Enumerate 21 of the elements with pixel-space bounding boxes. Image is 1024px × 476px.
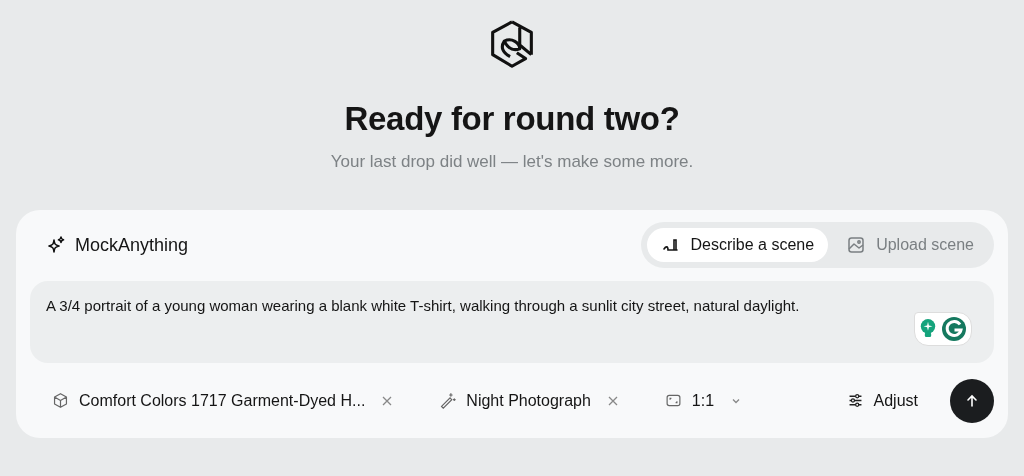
brand-name: MockAnything <box>75 234 189 256</box>
g-logo-icon <box>941 316 967 342</box>
chip-label[interactable]: Night Photograph <box>466 391 591 410</box>
arrow-up-icon <box>964 392 980 409</box>
writing-assistant-widget[interactable] <box>914 312 972 346</box>
cube-icon <box>52 392 69 410</box>
chip-label[interactable]: 1:1 <box>691 391 715 410</box>
sparkle-icon <box>46 235 66 255</box>
page-subtitle: Your last drop did well — let's make some more. <box>330 152 694 172</box>
page-title: Ready for round two? <box>344 100 680 138</box>
mode-tab[interactable]: Describe a scene <box>646 228 829 262</box>
adjust-button[interactable]: Adjust <box>840 390 924 411</box>
prompt-text: A 3/4 portrait of a young woman wearing a blank white T-shirt, walking through a sunlit city street, natural daylight. <box>46 297 800 314</box>
magic-wand-icon <box>439 392 457 410</box>
prompt-field[interactable]: A 3/4 portrait of a young woman wearing a blank white T-shirt, walking through a sunlit city street, natural daylight. <box>30 281 994 364</box>
close-icon[interactable] <box>381 394 394 407</box>
image-icon <box>846 235 867 255</box>
bulb-icon <box>919 318 937 340</box>
send-button[interactable] <box>950 378 994 423</box>
chip-label[interactable]: Comfort Colors 1717 Garment-Dyed H... <box>79 391 366 410</box>
close-icon[interactable] <box>606 394 619 407</box>
